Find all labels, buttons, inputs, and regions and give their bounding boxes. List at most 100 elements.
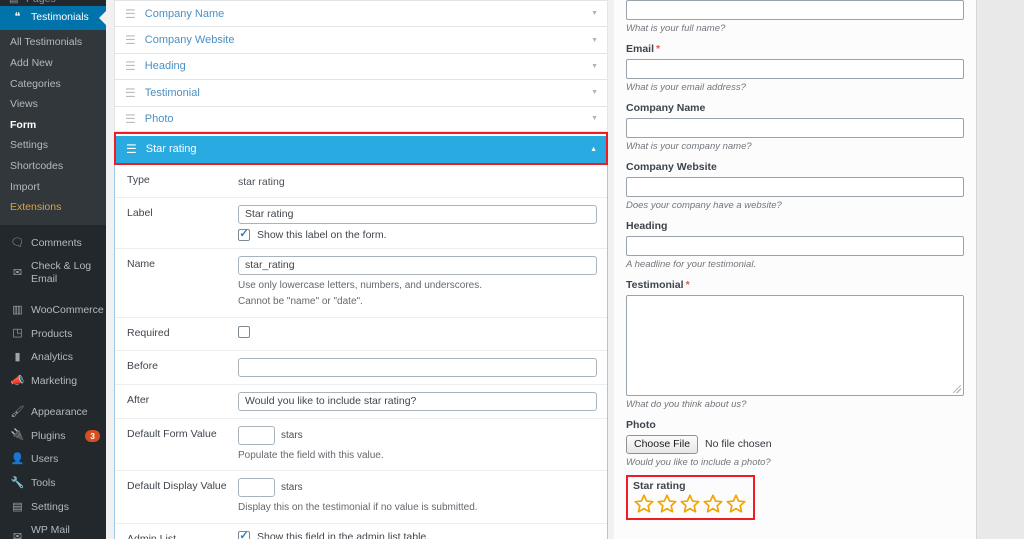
- setting-row-type: Type star rating: [115, 165, 607, 198]
- admin-sidebar: ▤ Pages ❝ Testimonials All Testimonials …: [0, 0, 106, 539]
- sidebar-divider: [0, 394, 106, 401]
- default-display-value-input[interactable]: [238, 478, 275, 498]
- submenu-item-settings[interactable]: Settings: [0, 136, 106, 157]
- preview-group-heading: Heading A headline for your testimonial.: [626, 220, 964, 270]
- chevron-down-icon[interactable]: ▼: [591, 63, 598, 70]
- star-icon-2[interactable]: [656, 493, 678, 514]
- setting-label-before: Before: [127, 359, 158, 372]
- sidebar-item-check-log-email-label: Check & Log Email: [31, 260, 92, 286]
- show-label-checkbox[interactable]: [238, 228, 250, 241]
- admin-list-checkbox-row[interactable]: Show this field in the admin list table.: [238, 530, 597, 539]
- chart-icon: ▮: [14, 351, 21, 364]
- admin-list-checkbox-text: Show this field in the admin list table.: [257, 530, 430, 539]
- submenu-item-categories[interactable]: Categories: [0, 74, 106, 95]
- sidebar-item-comments[interactable]: 🗨 Comments: [0, 232, 106, 256]
- email-help: What is your email address?: [626, 82, 746, 93]
- setting-label-label: Label: [127, 206, 153, 219]
- form-preview-panel: What is your full name? Email * What is y…: [614, 0, 977, 539]
- sidebar-item-marketing[interactable]: 📣 Marketing: [0, 370, 106, 394]
- company-name-label: Company Name: [626, 102, 706, 114]
- sidebar-item-analytics[interactable]: ▮ Analytics: [0, 346, 106, 370]
- sidebar-item-check-log-email[interactable]: ✉ Check & Log Email: [0, 255, 106, 291]
- submenu-item-views[interactable]: Views: [0, 95, 106, 116]
- sidebar-item-tools[interactable]: 🔧 Tools: [0, 472, 106, 496]
- full-name-input[interactable]: [626, 0, 964, 20]
- submenu-item-import[interactable]: Import: [0, 177, 106, 198]
- before-input[interactable]: [238, 357, 597, 377]
- setting-label-required: Required: [127, 326, 170, 339]
- sidebar-item-analytics-label: Analytics: [31, 351, 74, 364]
- show-label-checkbox-text: Show this label on the form.: [257, 228, 387, 241]
- testimonial-textarea[interactable]: [626, 295, 964, 396]
- setting-label-name: Name: [127, 257, 156, 270]
- drag-handle-icon[interactable]: ☰: [125, 87, 136, 99]
- after-input[interactable]: [238, 391, 597, 411]
- submenu-item-all-testimonials[interactable]: All Testimonials: [0, 33, 106, 54]
- chevron-down-icon[interactable]: ▼: [591, 115, 598, 122]
- submenu-item-extensions[interactable]: Extensions: [0, 198, 106, 219]
- field-row-company-name[interactable]: ☰ Company Name ▼: [114, 0, 608, 27]
- label-input[interactable]: [238, 204, 597, 224]
- page-icon: ▤: [9, 0, 18, 5]
- admin-list-checkbox[interactable]: [238, 530, 250, 539]
- field-row-photo[interactable]: ☰ Photo ▼: [114, 105, 608, 132]
- field-row-star-rating[interactable]: ☰ Star rating ▲: [116, 135, 606, 163]
- form-builder-panel: ☰ Company Name ▼ ☰ Company Website ▼ ☰ H…: [106, 0, 614, 539]
- heading-input[interactable]: [626, 236, 964, 256]
- sidebar-item-woocommerce-label: WooCommerce: [31, 303, 104, 316]
- chevron-down-icon[interactable]: ▼: [591, 10, 598, 17]
- drag-handle-icon[interactable]: ☰: [125, 60, 136, 72]
- comment-icon: 🗨: [10, 236, 25, 249]
- chevron-up-icon[interactable]: ▲: [590, 146, 597, 153]
- sidebar-item-plugins[interactable]: 🔌 Plugins 3: [0, 424, 106, 448]
- quote-icon: ❝: [14, 11, 21, 23]
- company-website-label: Company Website: [626, 161, 717, 173]
- sidebar-item-wp-mail-smtp[interactable]: ✉ WP Mail SMTP: [0, 519, 106, 539]
- star-rating-widget[interactable]: [633, 493, 747, 514]
- sidebar-item-users[interactable]: 👤 Users: [0, 448, 106, 472]
- field-row-heading[interactable]: ☰ Heading ▼: [114, 52, 608, 80]
- company-website-input[interactable]: [626, 177, 964, 197]
- submenu-item-shortcodes[interactable]: Shortcodes: [0, 157, 106, 178]
- name-input[interactable]: [238, 255, 597, 275]
- required-checkbox[interactable]: [238, 325, 250, 338]
- choose-file-button[interactable]: Choose File: [626, 435, 699, 454]
- sidebar-item-testimonials[interactable]: ❝ Testimonials: [0, 6, 106, 30]
- field-row-label: Company Website: [144, 34, 235, 47]
- drag-handle-icon[interactable]: ☰: [125, 8, 136, 20]
- company-name-input[interactable]: [626, 118, 964, 138]
- star-icon-3[interactable]: [679, 493, 701, 514]
- preview-group-email: Email * What is your email address?: [626, 43, 964, 93]
- sidebar-item-woocommerce[interactable]: ▥ WooCommerce: [0, 299, 106, 323]
- show-label-checkbox-row[interactable]: Show this label on the form.: [238, 228, 597, 241]
- default-form-value-unit: stars: [281, 429, 303, 441]
- wrench-icon: 🔧: [10, 476, 25, 489]
- submenu-item-add-new[interactable]: Add New: [0, 53, 106, 74]
- star-icon-4[interactable]: [702, 493, 724, 514]
- drag-handle-icon[interactable]: ☰: [125, 113, 136, 125]
- sidebar-item-products-label: Products: [31, 327, 73, 340]
- field-row-testimonial[interactable]: ☰ Testimonial ▼: [114, 79, 608, 106]
- drag-handle-icon[interactable]: ☰: [125, 34, 136, 46]
- sidebar-item-settings[interactable]: ▤ Settings: [0, 496, 106, 520]
- star-icon-5[interactable]: [725, 493, 747, 514]
- submenu-item-form[interactable]: Form: [0, 115, 106, 136]
- sidebar-item-appearance[interactable]: 🖌 Appearance: [0, 401, 106, 425]
- star-rating-preview-highlight: Star rating: [626, 474, 755, 520]
- sidebar-item-products[interactable]: ◳ Products: [0, 322, 106, 346]
- field-row-label: Heading: [144, 60, 186, 73]
- sliders-icon: ▤: [12, 500, 23, 513]
- sidebar-divider: [0, 292, 106, 299]
- chevron-down-icon[interactable]: ▼: [591, 89, 598, 96]
- default-form-value-input[interactable]: [238, 425, 275, 445]
- drag-handle-icon[interactable]: ☰: [126, 143, 137, 155]
- chevron-down-icon[interactable]: ▼: [591, 37, 598, 44]
- sidebar-item-appearance-label: Appearance: [31, 405, 88, 418]
- setting-label-admin-list: Admin List: [127, 532, 177, 539]
- sidebar-item-tools-label: Tools: [31, 477, 56, 490]
- star-icon-1[interactable]: [633, 493, 655, 514]
- email-input[interactable]: [626, 59, 964, 79]
- required-asterisk-icon: *: [656, 43, 661, 55]
- field-row-company-website[interactable]: ☰ Company Website ▼: [114, 26, 608, 53]
- sidebar-item-testimonials-label: Testimonials: [31, 11, 89, 24]
